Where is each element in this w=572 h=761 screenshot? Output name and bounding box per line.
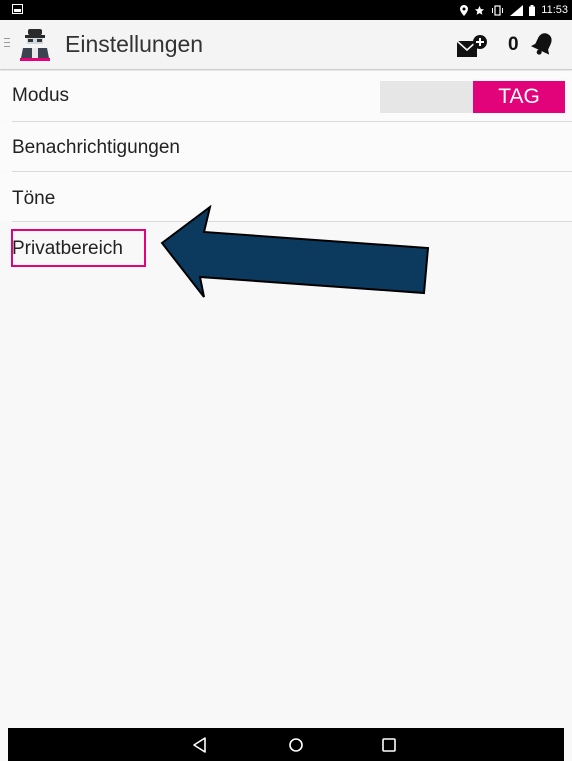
star-icon xyxy=(475,5,485,15)
page-title: Einstellungen xyxy=(65,31,204,57)
menu-icon[interactable] xyxy=(4,38,10,50)
signal-icon xyxy=(510,4,524,16)
notification-count: 0 xyxy=(508,34,519,55)
highlight-box xyxy=(11,229,146,267)
back-icon[interactable] xyxy=(190,735,210,755)
settings-row-label: Modus xyxy=(12,85,70,106)
location-icon xyxy=(460,4,469,16)
screenshot-notification-icon xyxy=(12,4,23,14)
recents-icon[interactable] xyxy=(379,735,399,755)
home-icon[interactable] xyxy=(286,735,306,755)
mail-add-icon[interactable] xyxy=(455,33,489,59)
vibrate-icon xyxy=(492,4,504,16)
battery-icon xyxy=(529,4,536,16)
bell-icon[interactable] xyxy=(530,30,556,58)
screen: 11:53 Einstellungen 0 Modus TAG Benachri… xyxy=(0,0,572,761)
settings-row-benachrichtigungen[interactable]: Benachrichtigungen xyxy=(0,122,572,171)
settings-row-label: Benachrichtigungen xyxy=(12,137,180,158)
status-bar: 11:53 xyxy=(0,0,572,20)
mode-toggle[interactable]: TAG xyxy=(380,81,565,113)
annotation-arrow xyxy=(160,205,430,298)
app-bar: Einstellungen 0 xyxy=(0,20,572,70)
status-icons: 11:53 xyxy=(460,2,568,18)
app-logo-icon xyxy=(20,29,50,61)
navigation-bar xyxy=(8,728,564,761)
status-time: 11:53 xyxy=(541,4,568,16)
mode-toggle-active[interactable]: TAG xyxy=(473,81,565,113)
settings-row-label: Töne xyxy=(12,188,56,209)
